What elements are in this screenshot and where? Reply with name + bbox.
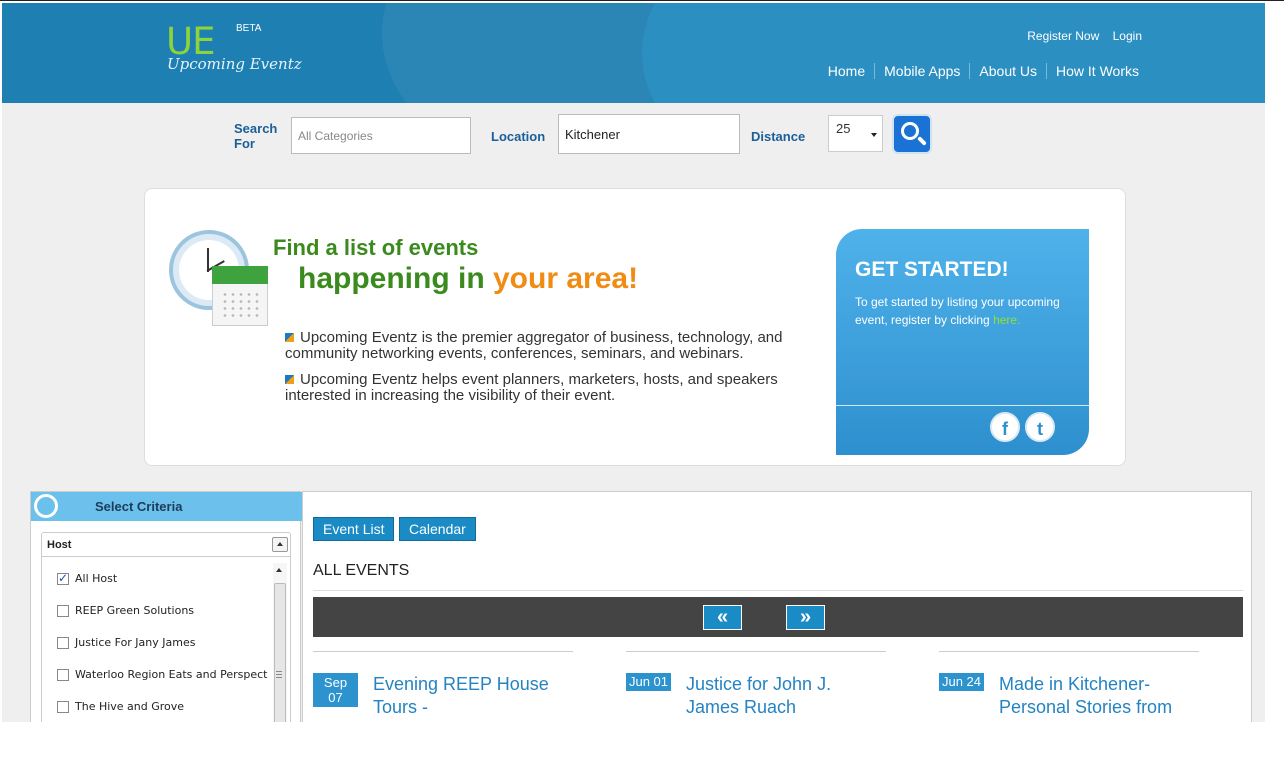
get-started-body: To get started by listing your upcoming … xyxy=(855,295,1060,327)
facebook-icon[interactable]: f xyxy=(990,412,1020,442)
hero-headline: Find a list of events xyxy=(273,235,479,260)
tab-calendar[interactable]: Calendar xyxy=(399,517,476,541)
host-filter-header: Host xyxy=(42,533,290,557)
host-option[interactable]: Waterloo Region Eats and Perspect xyxy=(57,668,267,681)
host-filter-title: Host xyxy=(47,539,72,551)
host-option-label: All Host xyxy=(75,572,118,585)
next-button[interactable]: » xyxy=(786,605,825,630)
location-label: Location xyxy=(491,129,546,144)
host-option-label: Waterloo Region Eats and Perspect xyxy=(75,668,268,681)
divider xyxy=(626,651,886,652)
login-link[interactable]: Login xyxy=(1113,29,1142,43)
event-title-line: Made in Kitchener- xyxy=(999,674,1151,694)
search-icon xyxy=(901,122,919,140)
search-for-label: Search For xyxy=(234,121,278,151)
host-option-label: Justice For Jany James xyxy=(75,636,196,649)
tab-event-list[interactable]: Event List xyxy=(313,517,395,541)
auth-links: Register Now Login xyxy=(1017,29,1142,43)
circle-icon xyxy=(34,494,58,518)
event-title-line: Justice for John J. xyxy=(686,674,832,694)
host-option[interactable]: All Host xyxy=(57,571,118,585)
calendar-icon xyxy=(212,266,268,326)
host-option-label: REEP Green Solutions xyxy=(75,604,195,617)
register-link[interactable]: Register Now xyxy=(1027,29,1099,43)
event-date-badge: Sep 07 xyxy=(313,673,358,707)
category-input[interactable]: All Categories xyxy=(291,117,471,154)
event-title-line: Evening REEP House xyxy=(373,674,549,694)
event-month: Sep xyxy=(323,675,348,690)
search-icon-handle xyxy=(917,136,927,146)
divider xyxy=(313,590,1243,591)
divider xyxy=(939,651,1199,652)
scrollbar-grip xyxy=(276,671,282,678)
nav-home[interactable]: Home xyxy=(819,63,874,79)
host-option[interactable]: Justice For Jany James xyxy=(57,636,195,649)
get-started-panel: GET STARTED! To get started by listing y… xyxy=(836,229,1089,455)
collapse-button[interactable] xyxy=(272,537,288,552)
host-option[interactable]: The Hive and Grove xyxy=(57,700,184,713)
hero-subheadline-prefix: happening in xyxy=(298,262,493,295)
host-option[interactable]: REEP Green Solutions xyxy=(57,604,194,617)
criteria-header: Select Criteria xyxy=(31,492,302,521)
beta-badge: BETA xyxy=(236,23,262,34)
previous-button[interactable]: « xyxy=(703,605,742,630)
event-title-line: Tours - xyxy=(373,697,429,717)
logo-subtitle[interactable]: Upcoming Eventz xyxy=(167,55,302,73)
distance-select[interactable]: 25 xyxy=(828,115,883,152)
host-option-label: The Hive and Grove xyxy=(75,700,185,713)
events-pager: « » xyxy=(313,597,1243,637)
calendar-grid xyxy=(221,291,261,319)
checkbox[interactable] xyxy=(57,700,69,713)
divider xyxy=(313,651,573,652)
distance-value: 25 xyxy=(836,121,851,136)
events-heading: ALL EVENTS xyxy=(313,562,410,579)
criteria-panel: Select Criteria Host All Host REEP Green… xyxy=(30,491,302,761)
search-button[interactable] xyxy=(892,114,932,154)
bullet-icon xyxy=(285,333,294,342)
event-title-line: Personal Stories from xyxy=(999,697,1173,717)
get-started-text: To get started by listing your upcoming … xyxy=(855,293,1075,329)
nav-about-us[interactable]: About Us xyxy=(969,63,1046,79)
hero-subheadline: happening in your area! xyxy=(298,262,638,296)
page: { "header": { "logo_mark": "UE", "logo_b… xyxy=(0,0,1284,761)
event-title[interactable]: Evening REEP House Tours - xyxy=(373,673,573,719)
criteria-title: Select Criteria xyxy=(95,499,183,514)
header-swoosh xyxy=(642,3,1265,103)
checkbox[interactable] xyxy=(57,604,69,617)
event-date-badge: Jun 24 xyxy=(939,673,984,691)
hero-bullet-text: Upcoming Eventz helps event planners, ma… xyxy=(285,371,778,404)
calendar-header xyxy=(212,266,268,284)
hero-bullet: Upcoming Eventz is the premier aggregato… xyxy=(285,330,815,362)
hero-subheadline-accent: your area! xyxy=(493,262,639,295)
get-started-title: GET STARTED! xyxy=(855,258,1009,281)
event-day: 07 xyxy=(328,690,343,705)
checkbox[interactable] xyxy=(57,571,69,585)
hero-bullet: Upcoming Eventz helps event planners, ma… xyxy=(285,372,815,404)
nav-mobile-apps[interactable]: Mobile Apps xyxy=(874,63,969,79)
distance-label: Distance xyxy=(751,129,806,144)
get-started-link[interactable]: here. xyxy=(993,313,1020,327)
main-nav: Home Mobile Apps About Us How It Works xyxy=(819,63,1139,79)
nav-how-it-works[interactable]: How It Works xyxy=(1046,63,1139,79)
location-input[interactable]: Kitchener xyxy=(558,114,740,154)
bullet-icon xyxy=(285,375,294,384)
scroll-up-icon[interactable] xyxy=(276,568,282,572)
checkbox[interactable] xyxy=(57,668,69,681)
event-title[interactable]: Justice for John J. James Ruach xyxy=(686,673,886,719)
hero-bullet-text: Upcoming Eventz is the premier aggregato… xyxy=(285,329,783,362)
divider xyxy=(836,405,1089,406)
page-bottom xyxy=(0,722,1284,761)
event-date-badge: Jun 01 xyxy=(626,673,671,691)
checkbox[interactable] xyxy=(57,636,69,649)
twitter-icon[interactable]: t xyxy=(1025,412,1055,442)
chevron-down-icon xyxy=(871,133,877,137)
event-title[interactable]: Made in Kitchener- Personal Stories from xyxy=(999,673,1199,719)
event-title-line: James Ruach xyxy=(686,697,797,717)
